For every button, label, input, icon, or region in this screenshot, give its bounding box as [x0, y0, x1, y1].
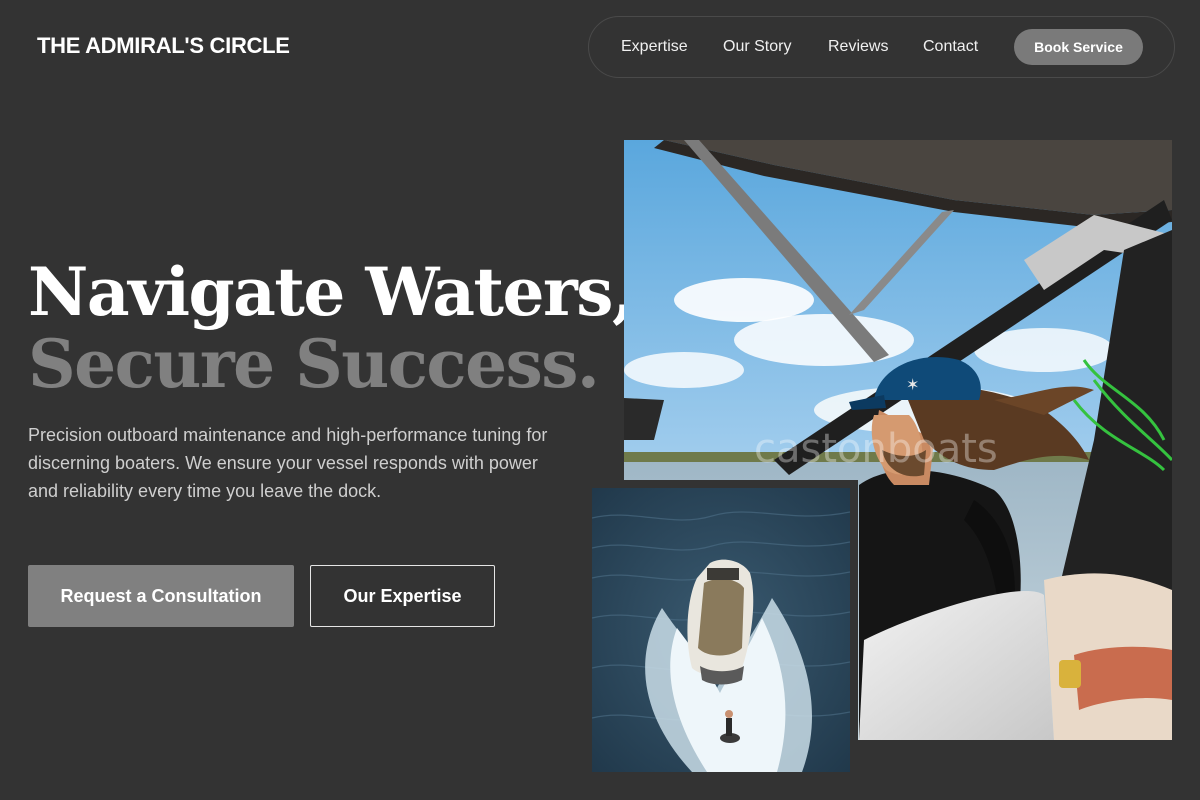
book-service-button[interactable]: Book Service — [1014, 29, 1143, 65]
request-consultation-button[interactable]: Request a Consultation — [28, 565, 294, 627]
photo-watermark: castonboats — [754, 426, 998, 472]
photo-frame-divider — [850, 480, 858, 740]
headline-line-1: Navigate Waters, — [28, 253, 635, 331]
hero-description: Precision outboard maintenance and high-… — [28, 425, 548, 501]
aerial-boat-photo — [592, 488, 850, 772]
nav-link-contact[interactable]: Contact — [923, 38, 978, 56]
hero-headline: Navigate Waters, Secure Success. — [28, 253, 635, 403]
our-expertise-button[interactable]: Our Expertise — [310, 565, 495, 627]
nav-link-expertise[interactable]: Expertise — [621, 38, 688, 56]
headline-line-2: Secure Success. — [28, 325, 600, 403]
photo-frame-divider-top — [592, 480, 858, 488]
main-nav: Expertise Our Story Reviews Contact Book… — [588, 16, 1175, 78]
site-logo[interactable]: THE ADMIRAL'S CIRCLE — [37, 33, 290, 59]
nav-link-reviews[interactable]: Reviews — [828, 38, 888, 56]
nav-link-our-story[interactable]: Our Story — [723, 38, 791, 56]
svg-text:✶: ✶ — [906, 375, 919, 394]
